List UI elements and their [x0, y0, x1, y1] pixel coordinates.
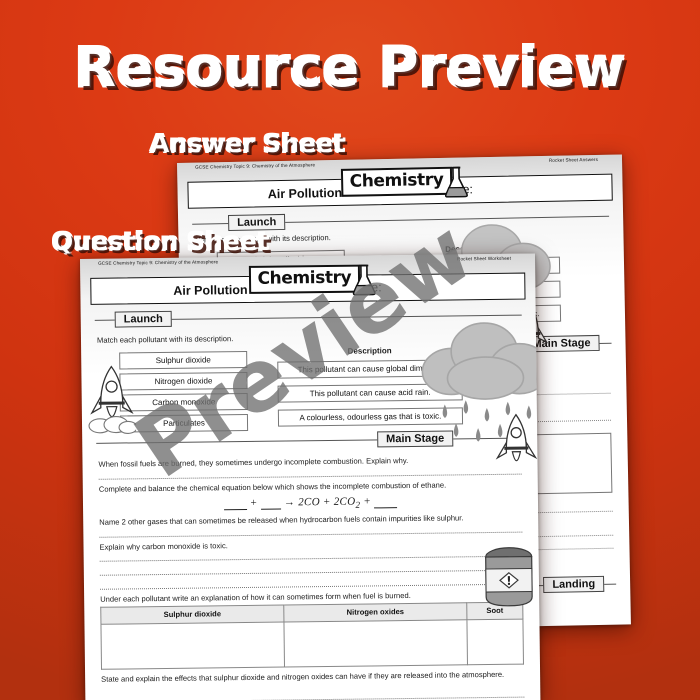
question-launch-section: Launch: [94, 307, 522, 328]
equation-blank-2[interactable]: [260, 496, 281, 510]
pollutant-column: Sulphur dioxide Nitrogen dioxide Carbon …: [119, 351, 249, 437]
answer-sheet-type: Rocket Sheet Answers: [548, 156, 599, 163]
table-header-cell: Soot: [466, 602, 523, 620]
question-sheet-label: Question Sheet: [52, 227, 269, 256]
question-main-body: When fossil fuels are burned, they somet…: [98, 454, 525, 700]
list-item[interactable]: A colourless, odourless gas that is toxi…: [277, 407, 464, 427]
equation-plus-2: +: [363, 495, 372, 508]
answer-topic-line: GCSE Chemistry Topic 9: Chemistry of the…: [195, 162, 316, 170]
question-brand-text: Chemistry: [248, 264, 361, 295]
preview-stage: GCSE Chemistry Topic 9: Chemistry of the…: [0, 0, 700, 700]
question-brand-logo: Chemistry: [248, 264, 377, 299]
question-section-launch: Launch: [114, 310, 172, 328]
equation-plus-1: +: [249, 497, 258, 510]
question-section-main-stage: Main Stage: [377, 430, 454, 448]
pollutant-explanation-table: Sulphur dioxide Nitrogen oxides Soot: [100, 602, 524, 670]
page-title: Resource Preview: [74, 36, 626, 99]
answer-title-row: Air Pollution Name: Chemistry: [187, 166, 613, 212]
answer-brand-text: Chemistry: [340, 166, 453, 198]
equation-subscript: 2: [355, 499, 361, 511]
matching-activity: Sulphur dioxide Nitrogen dioxide Carbon …: [97, 344, 521, 441]
list-item[interactable]: This pollutant can cause acid rain.: [277, 383, 463, 403]
question-title-row: Air Pollution Name: Chemistry: [90, 264, 526, 308]
description-column: Description This pollutant can cause glo…: [277, 345, 464, 434]
answer-line[interactable]: [101, 689, 525, 700]
question-main-rule: [96, 437, 524, 445]
list-item[interactable]: Nitrogen dioxide: [119, 372, 248, 391]
answer-brand-logo: Chemistry: [340, 166, 469, 201]
conical-flask-icon: [445, 166, 469, 198]
list-item[interactable]: Particulates: [119, 414, 249, 433]
launch-instruction: Match each pollutant with its descriptio…: [96, 334, 234, 345]
list-item[interactable]: Carbon monoxide: [119, 393, 248, 412]
question-sheet-body: Match each pollutant with its descriptio…: [97, 330, 521, 442]
question-sheet-type: Rocket Sheet Worksheet: [456, 255, 512, 262]
answer-sheet-label: Answer Sheet: [150, 129, 345, 158]
table-cell[interactable]: [100, 621, 285, 669]
table-cell[interactable]: [283, 619, 468, 667]
answer-section-landing: Landing: [543, 576, 605, 594]
list-item[interactable]: Sulphur dioxide: [119, 351, 248, 370]
conical-flask-icon: [353, 264, 376, 296]
question-topic-line: GCSE Chemistry Topic 9: Chemistry of the…: [98, 259, 219, 266]
answer-line[interactable]: [99, 576, 524, 590]
equation-blank-3[interactable]: [374, 495, 398, 509]
list-item[interactable]: This pollutant can cause global dimming.: [277, 359, 463, 379]
equation-products: 2CO + 2CO: [298, 495, 356, 509]
question-text: State and explain the effects that sulph…: [101, 669, 505, 684]
equation-blank-1[interactable]: [223, 497, 247, 511]
table-row[interactable]: [100, 618, 524, 669]
table-cell[interactable]: [466, 618, 524, 665]
description-header: Description: [347, 346, 392, 357]
equation-arrow: →: [283, 496, 296, 509]
answer-line[interactable]: [99, 562, 523, 576]
question-sheet-page[interactable]: GCSE Chemistry Topic 9: Chemistry of the…: [80, 253, 541, 700]
